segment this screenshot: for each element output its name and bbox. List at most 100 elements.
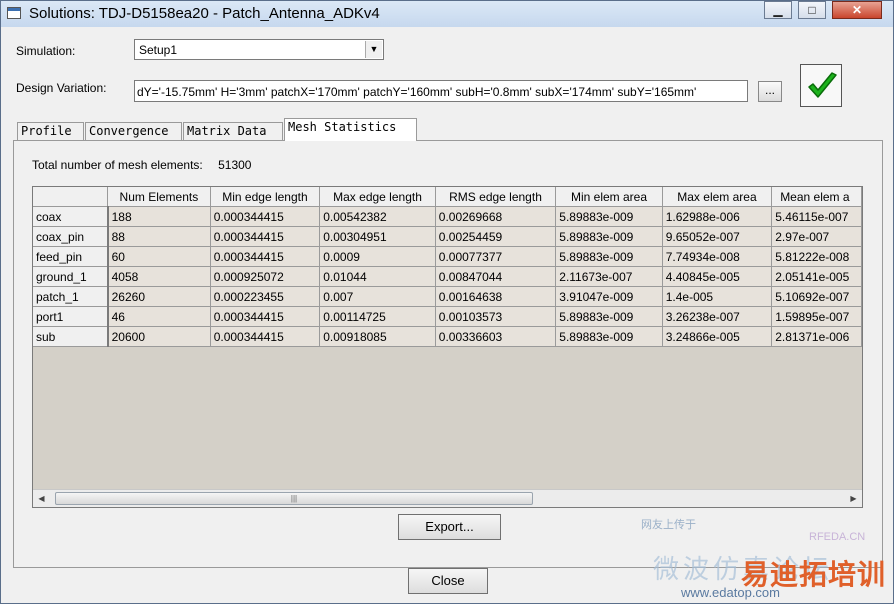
total-mesh-label: Total number of mesh elements:	[32, 158, 203, 172]
table-cell[interactable]: 5.81222e-008	[771, 246, 862, 267]
column-header[interactable]: Min edge length	[210, 187, 321, 207]
table-cell[interactable]: 2.97e-007	[771, 226, 862, 247]
row-header[interactable]: sub	[33, 326, 109, 347]
check-icon	[808, 72, 837, 98]
table-cell[interactable]: 0.00304951	[319, 226, 436, 247]
table-row[interactable]: sub 20600 0.000344415 0.00918085 0.00336603 5…	[33, 326, 862, 347]
window-icon	[7, 7, 21, 19]
scroll-left-icon[interactable]: ◀	[33, 490, 50, 507]
column-header[interactable]: Num Elements	[107, 187, 211, 207]
table-cell[interactable]: 188	[107, 206, 211, 227]
design-variation-value: dY='-15.75mm' H='3mm' patchX='170mm' pat…	[137, 85, 697, 99]
table-cell[interactable]: 1.4e-005	[662, 286, 773, 307]
table-cell[interactable]: 5.89883e-009	[555, 326, 663, 347]
table-cell[interactable]: 2.05141e-005	[771, 266, 862, 287]
table-cell[interactable]: 0.00114725	[319, 306, 436, 327]
table-cell[interactable]: 5.46115e-007	[771, 206, 862, 227]
table-row[interactable]: ground_1 4058 0.000925072 0.01044 0.00847044…	[33, 266, 862, 287]
window-title: Solutions: TDJ-D5158ea20 - Patch_Antenna…	[29, 5, 380, 22]
tab-mesh-statistics[interactable]: Mesh Statistics	[284, 118, 417, 141]
table-cell[interactable]: 5.10692e-007	[771, 286, 862, 307]
column-header[interactable]: Max elem area	[662, 187, 773, 207]
table-cell[interactable]: 3.91047e-009	[555, 286, 663, 307]
design-variation-field[interactable]: dY='-15.75mm' H='3mm' patchX='170mm' pat…	[134, 80, 748, 102]
table-cell[interactable]: 60	[107, 246, 211, 267]
table-cell[interactable]: 1.59895e-007	[771, 306, 862, 327]
table-cell[interactable]: 5.89883e-009	[555, 246, 663, 267]
maximize-button[interactable]: □	[798, 1, 826, 19]
table-cell[interactable]: 0.00918085	[319, 326, 436, 347]
tab-convergence[interactable]: Convergence	[85, 122, 182, 140]
table-row[interactable]: feed_pin 60 0.000344415 0.0009 0.00077377 5.8…	[33, 246, 862, 267]
close-button[interactable]: Close	[408, 568, 488, 594]
table-cell[interactable]: 5.89883e-009	[555, 226, 663, 247]
table-cell[interactable]: 0.000344415	[210, 226, 321, 247]
column-header[interactable]: RMS edge length	[435, 187, 557, 207]
scroll-right-icon[interactable]: ▶	[845, 490, 862, 507]
row-header[interactable]: port1	[33, 306, 109, 327]
table-cell[interactable]: 0.000344415	[210, 206, 321, 227]
table-cell[interactable]: 0.00269668	[435, 206, 557, 227]
export-button[interactable]: Export...	[398, 514, 501, 540]
table-cell[interactable]: 0.000344415	[210, 306, 321, 327]
design-variation-label: Design Variation:	[16, 81, 107, 95]
table-row[interactable]: patch_1 26260 0.000223455 0.007 0.00164638 3.…	[33, 286, 862, 307]
chevron-down-icon[interactable]: ▼	[365, 41, 382, 58]
horizontal-scrollbar[interactable]: ◀ ||| ▶	[33, 489, 862, 507]
table-cell[interactable]: 20600	[107, 326, 211, 347]
close-window-button[interactable]: ✕	[832, 1, 882, 19]
table-cell[interactable]: 3.26238e-007	[662, 306, 773, 327]
table-row[interactable]: coax_pin 88 0.000344415 0.00304951 0.0025445…	[33, 226, 862, 247]
row-header[interactable]: ground_1	[33, 266, 109, 287]
table-cell[interactable]: 4.40845e-005	[662, 266, 773, 287]
table-cell[interactable]: 5.89883e-009	[555, 306, 663, 327]
table-cell[interactable]: 0.00077377	[435, 246, 557, 267]
table-row[interactable]: coax 188 0.000344415 0.00542382 0.00269668 5.…	[33, 206, 862, 227]
table-cell[interactable]: 0.00164638	[435, 286, 557, 307]
simulation-value: Setup1	[139, 43, 178, 57]
tab-profile[interactable]: Profile	[17, 122, 84, 140]
table-cell[interactable]: 0.00542382	[319, 206, 436, 227]
table-cell[interactable]: 0.00336603	[435, 326, 557, 347]
total-mesh-value: 51300	[218, 158, 252, 172]
table-cell[interactable]: 0.000344415	[210, 246, 321, 267]
table-cell[interactable]: 0.00103573	[435, 306, 557, 327]
table-cell[interactable]: 0.01044	[319, 266, 436, 287]
table-cell[interactable]: 88	[107, 226, 211, 247]
scrollbar-thumb[interactable]: |||	[55, 492, 533, 505]
table-cell[interactable]: 0.007	[319, 286, 436, 307]
row-header[interactable]: coax_pin	[33, 226, 109, 247]
table-cell[interactable]: 0.00254459	[435, 226, 557, 247]
row-header[interactable]: patch_1	[33, 286, 109, 307]
table-cell[interactable]: 0.000344415	[210, 326, 321, 347]
table-cell[interactable]: 4058	[107, 266, 211, 287]
table-cell[interactable]: 26260	[107, 286, 211, 307]
title-bar: Solutions: TDJ-D5158ea20 - Patch_Antenna…	[1, 1, 893, 27]
table-cell[interactable]: 5.89883e-009	[555, 206, 663, 227]
row-header[interactable]: feed_pin	[33, 246, 109, 267]
table-cell[interactable]: 0.00847044	[435, 266, 557, 287]
table-cell[interactable]: 2.11673e-007	[555, 266, 663, 287]
table-cell[interactable]: 7.74934e-008	[662, 246, 773, 267]
tab-matrix-data[interactable]: Matrix Data	[183, 122, 283, 140]
table-cell[interactable]: 1.62988e-006	[662, 206, 773, 227]
simulation-select[interactable]: Setup1 ▼	[134, 39, 384, 60]
column-header[interactable]: Max edge length	[319, 187, 436, 207]
table-corner	[33, 187, 109, 207]
table-header-row: Num Elements Min edge length Max edge le…	[33, 187, 862, 207]
row-header[interactable]: coax	[33, 206, 109, 227]
design-variation-browse-button[interactable]: ...	[758, 81, 782, 102]
minimize-icon: ▁	[773, 3, 783, 17]
table-cell[interactable]: 2.81371e-006	[771, 326, 862, 347]
table-cell[interactable]: 9.65052e-007	[662, 226, 773, 247]
table-cell[interactable]: 0.0009	[319, 246, 436, 267]
table-row[interactable]: port1 46 0.000344415 0.00114725 0.00103573 5.…	[33, 306, 862, 327]
table-cell[interactable]: 46	[107, 306, 211, 327]
table-cell[interactable]: 0.000223455	[210, 286, 321, 307]
mesh-statistics-table[interactable]: Num Elements Min edge length Max edge le…	[32, 186, 863, 508]
table-cell[interactable]: 0.000925072	[210, 266, 321, 287]
minimize-button[interactable]: ▁	[764, 1, 792, 19]
table-cell[interactable]: 3.24866e-005	[662, 326, 773, 347]
column-header[interactable]: Min elem area	[555, 187, 663, 207]
column-header[interactable]: Mean elem a	[771, 187, 862, 207]
